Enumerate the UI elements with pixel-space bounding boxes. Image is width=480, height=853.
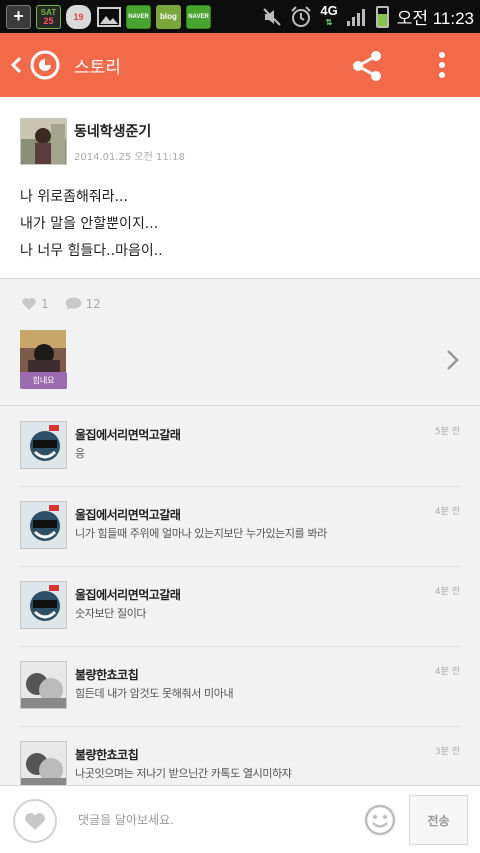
mute-icon bbox=[263, 7, 282, 26]
comment-item: 울집에서리면먹고갈래 숫자보단 질이다 4분 전 bbox=[0, 567, 480, 647]
story-screen: + SAT 25 19 NAVER blog NAVER 4G ⇅ 오전 11:2… bbox=[0, 0, 480, 853]
send-button[interactable]: 전송 bbox=[409, 795, 468, 845]
system-indicators: 4G ⇅ 오전 11:23 bbox=[262, 4, 474, 29]
commenter-avatar[interactable] bbox=[20, 421, 67, 469]
comment-text: 힘든데 내가 암것도 못해줘서 미아내 bbox=[75, 687, 234, 700]
like-count[interactable]: 1 bbox=[21, 297, 49, 311]
comment-text: 나곳잇으며는 저나기 받으닌간 카톡도 열시미하쟈 bbox=[75, 767, 292, 780]
comment-item: 울집에서리면먹고갈래 니가 힘들때 주위에 얼마나 있는지보단 누가있는지를 봐… bbox=[0, 487, 480, 567]
author-avatar[interactable] bbox=[20, 118, 67, 165]
battery-icon bbox=[375, 5, 389, 28]
signal-icon bbox=[346, 8, 365, 26]
commenter-avatar[interactable] bbox=[20, 661, 67, 709]
comment-time: 4분 전 bbox=[434, 667, 460, 677]
add-notification-icon: + bbox=[6, 4, 31, 29]
comment-item: 불량한쵸코칩 나곳잇으며는 저나기 받으닌간 카톡도 열시미하쟈 3분 전 bbox=[0, 727, 480, 785]
chevron-right-icon[interactable] bbox=[444, 348, 462, 372]
kakaostory-logo[interactable] bbox=[30, 50, 60, 80]
comment-text: 응 bbox=[75, 447, 85, 460]
back-button[interactable] bbox=[4, 33, 28, 97]
commenter-avatar[interactable] bbox=[20, 581, 67, 629]
calendar-app-icon: 19 bbox=[66, 4, 91, 29]
share-button[interactable] bbox=[350, 50, 384, 82]
heart-icon bbox=[22, 298, 36, 310]
post-timestamp: 2014.01.25 오전 11:18 bbox=[74, 152, 185, 163]
reaction-badge: 힘내요 bbox=[20, 372, 67, 389]
share-icon bbox=[353, 51, 381, 81]
commenter-name[interactable]: 울집에서리면먹고갈래 bbox=[75, 426, 181, 443]
comment-text: 니가 힘들때 주위에 얼마나 있는지보단 누가있는지를 봐라 bbox=[75, 527, 327, 540]
blog-icon: blog bbox=[156, 4, 181, 29]
speech-bubble-icon bbox=[65, 297, 82, 310]
commenter-name[interactable]: 불량한쵸코칩 bbox=[75, 746, 139, 763]
dot-icon bbox=[439, 52, 445, 58]
comment-text: 숫자보단 질이다 bbox=[75, 607, 147, 620]
dot-icon bbox=[439, 62, 445, 68]
naver-icon-2: NAVER bbox=[186, 4, 211, 29]
story-post: 동네학생준기 2014.01.25 오전 11:18 나 위로좀해줘라... 내… bbox=[0, 97, 480, 279]
dot-icon bbox=[439, 72, 445, 78]
comment-composer: 전송 bbox=[0, 785, 480, 853]
like-button[interactable] bbox=[13, 799, 57, 843]
comment-list: 울집에서리면먹고갈래 응 5분 전 울집에서리면먹고갈래 니가 힘들때 주위에 … bbox=[0, 407, 480, 785]
emoticon-button[interactable] bbox=[364, 804, 396, 836]
comment-item: 울집에서리면먹고갈래 응 5분 전 bbox=[0, 407, 480, 487]
chevron-left-icon bbox=[10, 56, 22, 74]
notification-icons: + SAT 25 19 NAVER blog NAVER bbox=[6, 4, 211, 29]
commenter-name[interactable]: 울집에서리면먹고갈래 bbox=[75, 506, 181, 523]
comment-time: 4분 전 bbox=[434, 507, 460, 517]
author-name[interactable]: 동네학생준기 bbox=[74, 121, 151, 141]
gallery-icon bbox=[96, 5, 121, 29]
post-line: 나 위로좀해줘라... bbox=[20, 189, 128, 205]
alarm-icon bbox=[291, 5, 312, 27]
post-content: 나 위로좀해줘라... 내가 말을 안할뿐이지... 나 너무 힘들다..마음이… bbox=[20, 184, 163, 265]
comment-count[interactable]: 12 bbox=[65, 297, 101, 311]
commenter-name[interactable]: 불량한쵸코칩 bbox=[75, 666, 139, 683]
commenter-name[interactable]: 울집에서리면먹고갈래 bbox=[75, 586, 181, 603]
commenter-avatar[interactable] bbox=[20, 501, 67, 549]
comment-time: 3분 전 bbox=[434, 747, 460, 757]
network-4g-icon: 4G ⇅ bbox=[320, 2, 338, 27]
smiley-icon bbox=[364, 804, 396, 836]
post-line: 나 너무 힘들다..마음이.. bbox=[20, 243, 163, 259]
post-line: 내가 말을 안할뿐이지... bbox=[20, 216, 159, 232]
comment-time: 5분 전 bbox=[434, 427, 460, 437]
page-title: 스토리 bbox=[74, 57, 121, 78]
likers-row[interactable]: 힘내요 bbox=[0, 320, 480, 406]
calendar-sat-icon: SAT 25 bbox=[36, 4, 61, 29]
clock: 오전 11:23 bbox=[396, 9, 474, 28]
more-options-button[interactable] bbox=[430, 48, 454, 82]
comment-item: 불량한쵸코칩 힘든데 내가 암것도 못해줘서 미아내 4분 전 bbox=[0, 647, 480, 727]
heart-icon bbox=[25, 812, 45, 830]
naver-icon: NAVER bbox=[126, 4, 151, 29]
comment-time: 4분 전 bbox=[434, 587, 460, 597]
status-bar: + SAT 25 19 NAVER blog NAVER 4G ⇅ 오전 11:2… bbox=[0, 0, 480, 33]
commenter-avatar[interactable] bbox=[20, 741, 67, 785]
comment-input[interactable] bbox=[78, 800, 358, 840]
app-bar: 스토리 bbox=[0, 33, 480, 97]
